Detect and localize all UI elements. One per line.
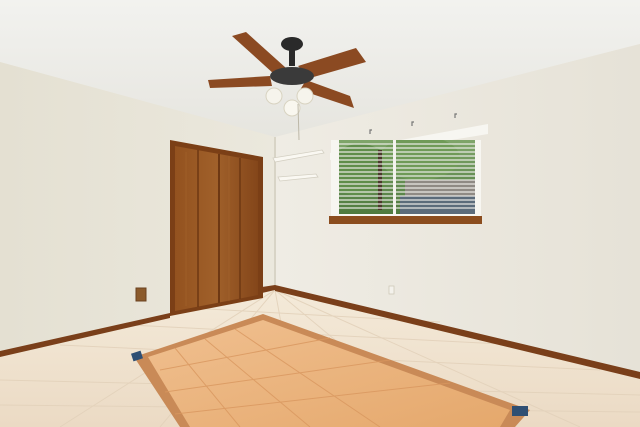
light-bulb [265,87,283,105]
closet-doors [170,140,263,316]
wall-outlet [135,287,147,302]
light-bulb [296,87,314,105]
light-bulb [283,99,301,117]
room-illustration [0,0,640,427]
room-photo [0,0,640,427]
